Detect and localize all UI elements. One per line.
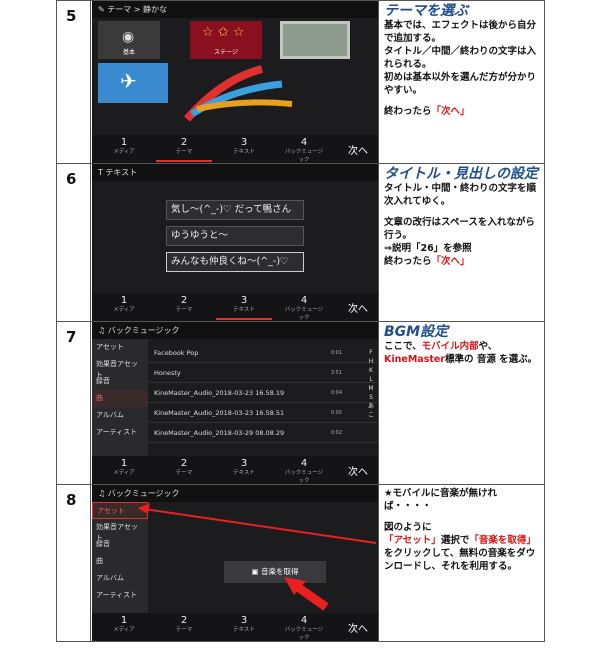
list-item[interactable]: KineMaster_Audio_2018-03-29 08.08.29 0:02: [148, 423, 378, 443]
step-bar: 1 メディア 2 テーマ 3 テキスト 4 バックミュージック 次へ: [92, 613, 378, 641]
step-media[interactable]: 1 メディア: [104, 137, 144, 156]
music-source-sidebar: アセット 効果音アセット 録音 曲 アルバム アーティスト: [92, 339, 148, 456]
step-music[interactable]: 4 バックミュージック: [284, 615, 324, 641]
instruction-table: 5 ✎ テーマ > 静かな ◉ 基本 ☆ ✩ ☆ ステージ ✈ 1 メディア 2…: [56, 0, 545, 642]
swirl-arrows-graphic: [183, 65, 293, 122]
theme-thumb-basic[interactable]: ◉ 基本: [98, 21, 160, 59]
row-number: 5: [57, 1, 91, 163]
screenshot-bgm-list: ♫ バックミュージック アセット 効果音アセット 録音 曲 アルバム アーティス…: [92, 322, 379, 484]
step-theme[interactable]: 2 テーマ: [164, 458, 204, 477]
sidebar-item-sfx-asset[interactable]: 効果音アセット: [92, 356, 148, 379]
list-item[interactable]: Honesty 3:51: [148, 363, 378, 383]
screenshot-theme: ✎ テーマ > 静かな ◉ 基本 ☆ ✩ ☆ ステージ ✈ 1 メディア 2 テーマ: [92, 1, 379, 163]
row-description: テーマを選ぶ 基本では、エフェクトは後から自分で追加する。 タイトル／中間／終わ…: [380, 1, 544, 163]
theme-thumb-travel[interactable]: ✈: [98, 63, 168, 103]
theme-thumb-frame[interactable]: [280, 21, 350, 59]
table-row: 7 ♫ バックミュージック アセット 効果音アセット 録音 曲 アルバム アーテ…: [57, 322, 544, 485]
camera-icon: ◉: [122, 29, 135, 45]
step-theme[interactable]: 2 テーマ: [156, 137, 212, 162]
step-text[interactable]: 3 テキスト: [224, 137, 264, 156]
row-number: 7: [57, 322, 91, 484]
screen-topbar: ♫ バックミュージック: [92, 322, 378, 339]
step-media[interactable]: 1 メディア: [104, 458, 144, 477]
table-row: 5 ✎ テーマ > 静かな ◉ 基本 ☆ ✩ ☆ ステージ ✈ 1 メディア 2…: [57, 1, 544, 164]
magic-icon: ✎: [98, 5, 108, 14]
row-number: 8: [57, 485, 91, 641]
step-bar: 1 メディア 2 テーマ 3 テキスト 4 バックミュージック 次へ: [92, 135, 378, 163]
row-description: ★モバイルに音楽が無ければ・・・・ 図のように 「アセット」選択で「音楽を取得」…: [384, 488, 536, 572]
row-title: BGM設定: [384, 324, 449, 340]
next-button[interactable]: 次へ: [348, 142, 368, 157]
alphabet-index[interactable]: FHKL MSあこ: [366, 348, 376, 420]
sidebar-item-songs[interactable]: 曲: [92, 390, 148, 407]
airplane-icon: ✈: [120, 69, 137, 93]
table-row: 6 T テキスト 気し〜(^_-)♡ だって鴨さん ゆうゆうと〜 みんなも仲良く…: [57, 164, 544, 322]
middle-text-input[interactable]: ゆうゆうと〜: [166, 226, 304, 246]
list-item[interactable]: KineMaster_Audio_2018-03-23 16.58.19 0:04: [148, 383, 378, 403]
step-bar: 1 メディア 2 テーマ 3 テキスト 4 バックミュージック 次へ: [92, 293, 378, 321]
list-item[interactable]: Facebook Pop 0:01: [148, 343, 378, 363]
step-text[interactable]: 3 テキスト: [224, 615, 264, 634]
row-title: テーマを選ぶ: [384, 3, 468, 19]
step-theme[interactable]: 2 テーマ: [164, 615, 204, 634]
ending-text-input[interactable]: みんなも仲良くね〜(^_-)♡: [166, 252, 304, 272]
step-text[interactable]: 3 テキスト: [224, 458, 264, 477]
step-theme[interactable]: 2 テーマ: [164, 295, 204, 314]
screenshot-text: T テキスト 気し〜(^_-)♡ だって鴨さん ゆうゆうと〜 みんなも仲良くね〜…: [92, 164, 379, 321]
row-title: タイトル・見出しの設定: [384, 166, 538, 182]
table-row: 8 ♫ バックミュージック アセット 効果音アセット 録音 曲 アルバム アーテ…: [57, 485, 544, 641]
music-note-icon: ♫: [98, 326, 108, 335]
step-music[interactable]: 4 バックミュージック: [284, 137, 324, 163]
next-button[interactable]: 次へ: [348, 300, 368, 315]
sidebar-item-recording[interactable]: 録音: [92, 373, 148, 390]
step-music[interactable]: 4 バックミュージック: [284, 295, 324, 321]
list-item[interactable]: KineMaster_Audio_2018-03-23 16.58.51 0:05: [148, 403, 378, 423]
sidebar-item-asset[interactable]: アセット: [92, 339, 148, 356]
step-media[interactable]: 1 メディア: [104, 615, 144, 634]
title-text-input[interactable]: 気し〜(^_-)♡ だって鴨さん: [166, 200, 304, 220]
screenshot-bgm-asset: ♫ バックミュージック アセット 効果音アセット 録音 曲 アルバム アーティス…: [92, 485, 379, 641]
step-music[interactable]: 4 バックミュージック: [284, 458, 324, 484]
next-button[interactable]: 次へ: [348, 463, 368, 478]
theme-thumb-stage[interactable]: ☆ ✩ ☆ ステージ: [190, 21, 262, 59]
row-number: 6: [57, 164, 91, 321]
next-button[interactable]: 次へ: [348, 620, 368, 635]
sidebar-item-album[interactable]: アルバム: [92, 407, 148, 424]
sidebar-item-artist[interactable]: アーティスト: [92, 424, 148, 441]
screen-topbar: ✎ テーマ > 静かな: [92, 1, 378, 18]
step-bar: 1 メディア 2 テーマ 3 テキスト 4 バックミュージック 次へ: [92, 456, 378, 484]
screen-topbar: T テキスト: [92, 164, 378, 181]
row-description: タイトル・見出しの設定 タイトル・中間・終わりの文字を順次入れてゆく。 文章の改…: [384, 166, 538, 267]
step-media[interactable]: 1 メディア: [104, 295, 144, 314]
step-text[interactable]: 3 テキスト: [216, 295, 272, 320]
stars-icon: ☆ ✩ ☆: [202, 25, 245, 40]
row-description: BGM設定 ここで、モバイル内部や、KineMaster標準の 音源 を選ぶ。: [380, 322, 544, 484]
